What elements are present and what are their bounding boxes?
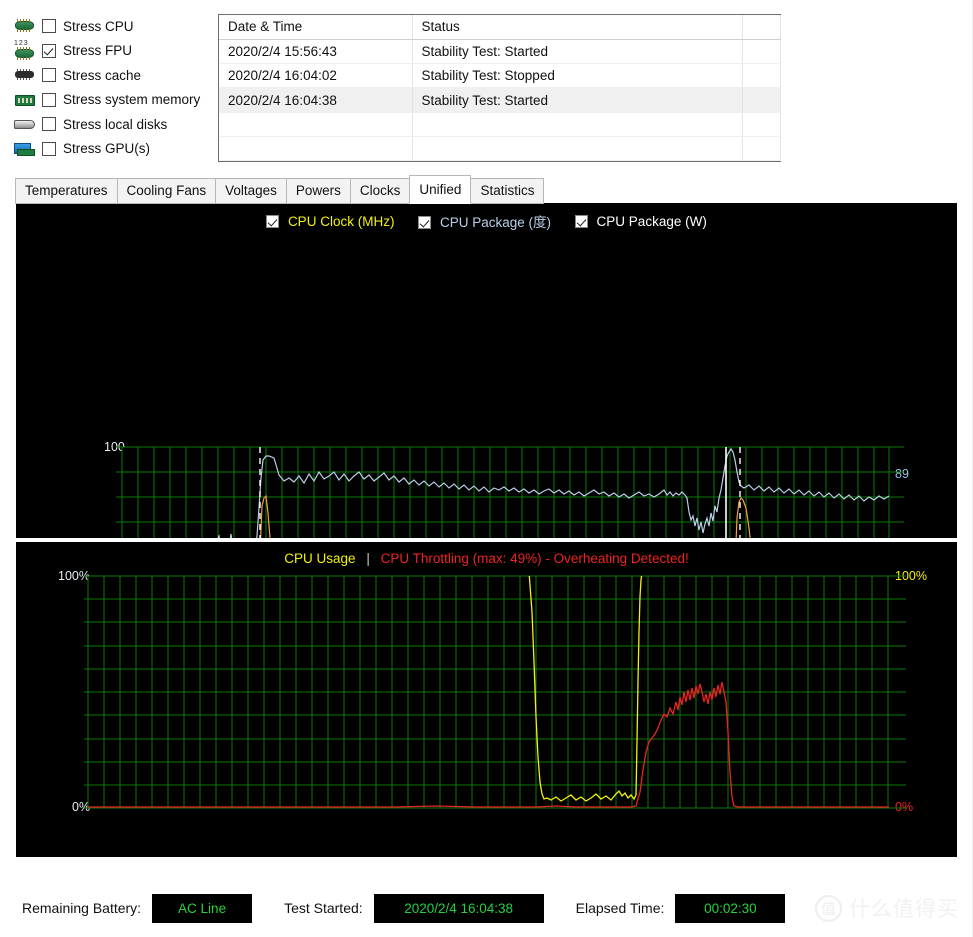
cell-datetime (219, 112, 412, 136)
stress-cpu-checkbox[interactable] (42, 19, 56, 33)
tab-bar: Temperatures Cooling Fans Voltages Power… (15, 178, 973, 204)
watermark-text: 什么值得买 (849, 893, 959, 923)
table-row[interactable] (219, 136, 780, 160)
tab-unified[interactable]: Unified (409, 175, 471, 204)
cell-extra (742, 88, 780, 112)
watermark: 值 什么值得买 (815, 893, 959, 923)
cell-status (412, 112, 742, 136)
stress-fpu-checkbox[interactable] (42, 44, 56, 58)
stress-option-system-memory[interactable]: Stress system memory (12, 88, 205, 113)
unified-plot-svg (16, 203, 957, 538)
stress-option-label: Stress FPU (63, 43, 132, 58)
fpu-chip-icon: 123 (12, 41, 38, 61)
table-row[interactable]: 2020/2/4 15:56:43 Stability Test: Starte… (219, 39, 780, 63)
stress-option-gpus[interactable]: Stress GPU(s) (12, 137, 205, 162)
unified-chart: CPU Clock (MHz) CPU Package (度) CPU Pack… (16, 203, 957, 538)
cpu-chip-icon (12, 16, 38, 36)
cell-datetime (219, 136, 412, 160)
cell-status: Stability Test: Started (412, 39, 742, 63)
table-row[interactable]: 2020/2/4 16:04:02 Stability Test: Stoppe… (219, 64, 780, 88)
cell-extra (742, 64, 780, 88)
stress-option-label: Stress system memory (63, 92, 200, 107)
table-header-row: Date & Time Status (219, 15, 780, 39)
cell-extra (742, 112, 780, 136)
stress-option-fpu[interactable]: 123 Stress FPU (12, 39, 205, 64)
event-log-table[interactable]: Date & Time Status 2020/2/4 15:56:43 Sta… (218, 14, 781, 162)
table-row-selected[interactable]: 2020/2/4 16:04:38 Stability Test: Starte… (219, 88, 780, 112)
stress-option-label: Stress local disks (63, 117, 167, 132)
stress-system-memory-checkbox[interactable] (42, 93, 56, 107)
charts-container: CPU Clock (MHz) CPU Package (度) CPU Pack… (16, 203, 957, 857)
elapsed-time-label: Elapsed Time: (576, 900, 665, 916)
cell-extra (742, 39, 780, 63)
tab-cooling-fans[interactable]: Cooling Fans (117, 178, 217, 204)
column-header-status[interactable]: Status (412, 15, 742, 39)
tab-temperatures[interactable]: Temperatures (15, 178, 118, 204)
column-header-datetime[interactable]: Date & Time (219, 15, 412, 39)
cache-chip-icon (12, 65, 38, 85)
elapsed-time-value: 00:02:30 (675, 894, 785, 923)
test-started-label: Test Started: (284, 900, 363, 916)
stress-option-cache[interactable]: Stress cache (12, 63, 205, 88)
tab-clocks[interactable]: Clocks (350, 178, 411, 204)
remaining-battery-label: Remaining Battery: (22, 900, 141, 916)
tab-statistics[interactable]: Statistics (470, 178, 544, 204)
disk-drive-icon (12, 114, 38, 134)
cell-status: Stability Test: Stopped (412, 64, 742, 88)
gpu-card-icon (12, 139, 38, 159)
stress-option-label: Stress cache (63, 68, 141, 83)
stress-cache-checkbox[interactable] (42, 68, 56, 82)
column-header-extra[interactable] (742, 15, 780, 39)
table-row[interactable] (219, 112, 780, 136)
cell-datetime: 2020/2/4 16:04:38 (219, 88, 412, 112)
watermark-logo-icon: 值 (815, 895, 842, 922)
stress-option-cpu[interactable]: Stress CPU (12, 14, 205, 39)
stress-local-disks-checkbox[interactable] (42, 117, 56, 131)
stress-option-label: Stress GPU(s) (63, 141, 150, 156)
cell-datetime: 2020/2/4 16:04:02 (219, 64, 412, 88)
test-started-value: 2020/2/4 16:04:38 (374, 894, 544, 923)
top-section: Stress CPU 123 Stress FPU Stress cache S… (0, 0, 973, 172)
stress-gpus-checkbox[interactable] (42, 142, 56, 156)
cell-status: Stability Test: Started (412, 88, 742, 112)
cell-datetime: 2020/2/4 15:56:43 (219, 39, 412, 63)
tab-powers[interactable]: Powers (286, 178, 351, 204)
cell-status (412, 136, 742, 160)
ram-module-icon (12, 90, 38, 110)
remaining-battery-value: AC Line (152, 894, 252, 923)
stress-options-list: Stress CPU 123 Stress FPU Stress cache S… (0, 14, 205, 172)
tab-voltages[interactable]: Voltages (215, 178, 287, 204)
stress-option-label: Stress CPU (63, 19, 134, 34)
stress-option-local-disks[interactable]: Stress local disks (12, 112, 205, 137)
cpu-usage-plot-svg (16, 542, 957, 857)
cpu-usage-chart: CPU Usage | CPU Throttling (max: 49%) - … (16, 542, 957, 857)
cell-extra (742, 136, 780, 160)
